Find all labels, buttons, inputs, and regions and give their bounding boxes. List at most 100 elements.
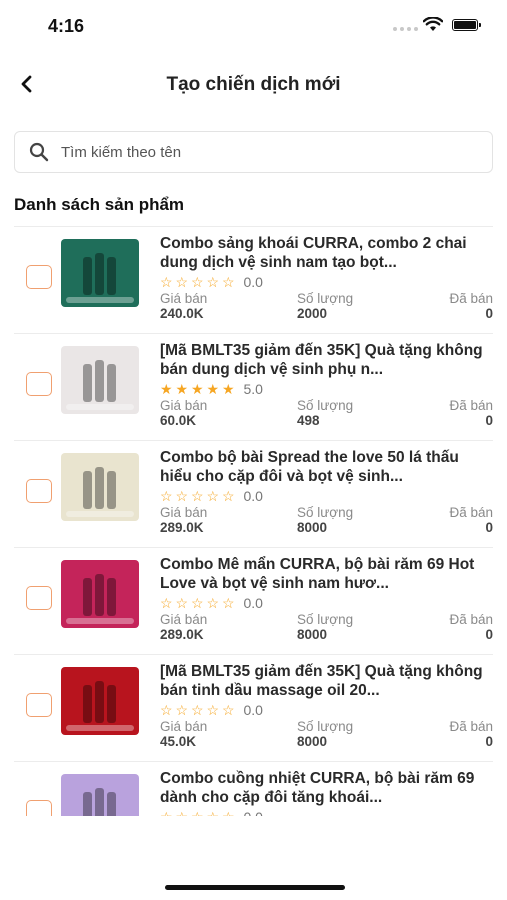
price-value: 240.0K xyxy=(160,306,204,321)
star-filled-icon: ★ xyxy=(175,381,189,397)
rating-stars: ☆☆☆☆☆ xyxy=(160,489,238,503)
product-stats: Giá bán 289.0K Số lượng 8000 Đã bán 0 xyxy=(160,505,493,535)
star-outline-icon: ☆ xyxy=(160,488,173,504)
rating-value: 0.0 xyxy=(243,274,263,290)
star-outline-icon: ☆ xyxy=(206,595,220,611)
nav-bar: Tạo chiến dịch mới xyxy=(0,62,507,108)
product-name: [Mã BMLT35 giảm đến 35K] Quà tặng không … xyxy=(160,342,483,378)
sold-label: Đã bán xyxy=(449,291,493,306)
quantity-stat: Số lượng 498 xyxy=(297,398,353,428)
product-checkbox[interactable] xyxy=(26,265,52,289)
price-stat: Giá bán 289.0K xyxy=(160,505,207,535)
product-row[interactable]: Combo Mê mẩn CURRA, bộ bài răm 69 Hot Lo… xyxy=(14,547,493,654)
search-box[interactable] xyxy=(14,131,493,173)
quantity-value: 8000 xyxy=(297,627,328,642)
star-outline-icon: ☆ xyxy=(222,702,235,718)
price-value: 289.0K xyxy=(160,520,204,535)
quantity-label: Số lượng xyxy=(297,719,354,734)
price-value: 289.0K xyxy=(160,627,204,642)
sold-value: 0 xyxy=(485,520,493,535)
home-indicator xyxy=(165,885,345,890)
rating-value: 0.0 xyxy=(243,702,263,718)
product-stats: Giá bán 240.0K Số lượng 2000 Đã bán 0 xyxy=(160,291,493,321)
status-time: 4:16 xyxy=(48,16,85,36)
star-outline-icon: ☆ xyxy=(222,810,238,816)
rating-row: ☆☆☆☆☆ 0.0 xyxy=(160,701,493,719)
quantity-stat: Số lượng 8000 xyxy=(297,719,353,749)
quantity-stat: Số lượng 8000 xyxy=(297,505,353,535)
star-outline-icon: ☆ xyxy=(222,274,235,290)
star-outline-icon: ☆ xyxy=(206,274,220,290)
wifi-icon xyxy=(422,16,444,37)
product-name: Combo Mê mẩn CURRA, bộ bài răm 69 Hot Lo… xyxy=(160,556,475,592)
price-value: 60.0K xyxy=(160,413,197,428)
rating-value: 0.0 xyxy=(244,809,263,816)
rating-value: 5.0 xyxy=(243,381,263,397)
star-outline-icon: ☆ xyxy=(206,702,220,718)
product-checkbox[interactable] xyxy=(26,800,52,816)
star-outline-icon: ☆ xyxy=(175,595,189,611)
product-row[interactable]: Combo bộ bài Spread the love 50 lá thấu … xyxy=(14,440,493,547)
product-row[interactable]: Combo cuồng nhiệt CURRA, bộ bài răm 69 d… xyxy=(14,761,493,816)
price-value: 45.0K xyxy=(160,734,197,749)
sold-stat: Đã bán 0 xyxy=(449,291,493,321)
sold-stat: Đã bán 0 xyxy=(449,719,493,749)
product-info: [Mã BMLT35 giảm đến 35K] Quà tặng không … xyxy=(160,341,493,428)
star-filled-icon: ★ xyxy=(222,381,235,397)
product-list[interactable]: Combo sảng khoái CURRA, combo 2 chai dun… xyxy=(14,226,493,816)
product-info: Combo cuồng nhiệt CURRA, bộ bài răm 69 d… xyxy=(160,769,493,816)
product-info: Combo sảng khoái CURRA, combo 2 chai dun… xyxy=(160,234,493,321)
price-stat: Giá bán 60.0K xyxy=(160,398,207,428)
product-image-icon xyxy=(61,667,139,735)
quantity-label: Số lượng xyxy=(297,291,354,306)
product-checkbox[interactable] xyxy=(26,693,52,717)
product-row[interactable]: Combo sảng khoái CURRA, combo 2 chai dun… xyxy=(14,226,493,333)
product-thumbnail xyxy=(61,346,139,414)
quantity-stat: Số lượng 8000 xyxy=(297,612,353,642)
product-stats: Giá bán 45.0K Số lượng 8000 Đã bán 0 xyxy=(160,719,493,749)
product-name: Combo sảng khoái CURRA, combo 2 chai dun… xyxy=(160,235,467,271)
rating-row: ★ ★ ★ ★ ★ 5.0 xyxy=(160,380,493,398)
product-thumbnail xyxy=(61,239,139,307)
product-row[interactable]: [Mã BMLT35 giảm đến 35K] Quà tặng không … xyxy=(14,654,493,761)
sold-label: Đã bán xyxy=(449,398,493,413)
star-outline-icon: ☆ xyxy=(206,488,220,504)
product-info: Combo Mê mẩn CURRA, bộ bài răm 69 Hot Lo… xyxy=(160,555,493,642)
product-checkbox[interactable] xyxy=(26,479,52,503)
star-outline-icon: ☆ xyxy=(191,810,207,816)
rating-stars: ☆☆☆☆☆ xyxy=(160,596,238,610)
product-checkbox[interactable] xyxy=(26,372,52,396)
rating-value: 0.0 xyxy=(243,488,263,504)
rating-row: ☆☆☆☆☆0.0 xyxy=(160,594,493,612)
product-stats: Giá bán 289.0K Số lượng 8000 Đã bán 0 xyxy=(160,612,493,642)
product-row[interactable]: [Mã BMLT35 giảm đến 35K] Quà tặng không … xyxy=(14,333,493,440)
rating-stars: ★ ★ ★ ★ ★ xyxy=(160,382,238,396)
star-outline-icon: ☆ xyxy=(222,488,235,504)
quantity-label: Số lượng xyxy=(297,505,354,520)
price-label: Giá bán xyxy=(160,291,208,306)
quantity-value: 498 xyxy=(297,413,320,428)
price-stat: Giá bán 240.0K xyxy=(160,291,207,321)
rating-row: ☆☆☆☆☆ 0.0 xyxy=(160,487,493,505)
rating-row: ☆☆☆☆☆0.0 xyxy=(160,273,493,291)
star-filled-icon: ★ xyxy=(191,381,204,397)
sold-value: 0 xyxy=(485,627,493,642)
sold-stat: Đã bán 0 xyxy=(449,398,493,428)
star-outline-icon: ☆ xyxy=(191,488,204,504)
product-checkbox[interactable] xyxy=(26,586,52,610)
quantity-stat: Số lượng 2000 xyxy=(297,291,353,321)
product-info: Combo bộ bài Spread the love 50 lá thấu … xyxy=(160,448,493,535)
product-image-icon xyxy=(61,560,139,628)
sold-value: 0 xyxy=(485,306,493,321)
search-input[interactable] xyxy=(59,142,463,162)
product-name: [Mã BMLT35 giảm đến 35K] Quà tặng không … xyxy=(160,663,483,699)
rating-row: ☆☆☆☆☆0.0 xyxy=(160,808,493,816)
quantity-value: 2000 xyxy=(297,306,328,321)
search-icon xyxy=(29,142,49,162)
price-label: Giá bán xyxy=(160,505,208,520)
rating-stars: ☆☆☆☆☆ xyxy=(160,703,238,717)
status-bar: 4:16 xyxy=(0,0,507,50)
sold-stat: Đã bán 0 xyxy=(449,505,493,535)
rating-stars: ☆☆☆☆☆ xyxy=(160,810,238,816)
star-outline-icon: ☆ xyxy=(175,702,189,718)
